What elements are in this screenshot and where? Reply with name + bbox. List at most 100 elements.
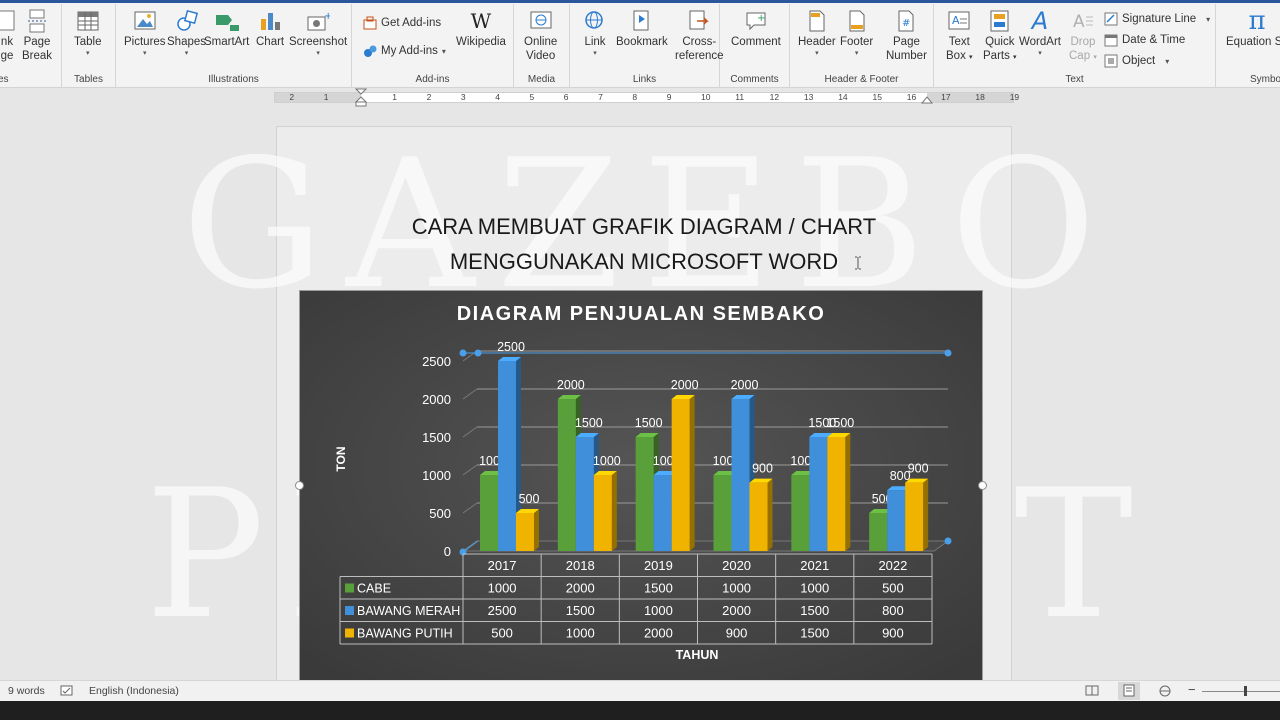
zoom-slider-thumb[interactable] [1244, 686, 1247, 696]
table-cell-value: 1500 [800, 603, 829, 618]
page-number-icon: # [893, 8, 919, 34]
table-cell-value: 1000 [566, 626, 595, 641]
indent-marker-icon[interactable] [355, 88, 367, 108]
right-indent-marker-icon[interactable] [921, 94, 933, 104]
resize-handle-right[interactable] [978, 481, 987, 490]
svg-text:+: + [324, 11, 330, 22]
drop-cap-button[interactable]: A Drop Cap ▾ [1069, 8, 1097, 65]
table-button[interactable]: Table ▾ [74, 8, 102, 58]
shapes-dropdown-icon: ▾ [184, 50, 189, 57]
header-dropdown-icon: ▾ [815, 50, 819, 57]
smartart-button[interactable]: SmartArt [204, 8, 249, 49]
pictures-label: Pictures [124, 36, 166, 48]
online-video-label-bottom: Video [526, 50, 556, 62]
page-number-button[interactable]: # Page Number [886, 8, 927, 63]
chart-svg[interactable]: DIAGRAM PENJUALAN SEMBAKO 0 500 1000 1500 200… [300, 291, 982, 680]
drop-cap-icon: A [1070, 8, 1096, 34]
print-layout-icon[interactable] [1122, 684, 1136, 697]
text-box-button[interactable]: A Text Box ▾ [946, 8, 973, 65]
ruler-number: 12 [769, 92, 780, 102]
wordart-label: WordArt [1019, 36, 1061, 48]
document-canvas[interactable]: GAZEBO PROJECT CARA MEMBUAT GRAFIK DIAGR… [0, 106, 1280, 680]
table-cell-value: 900 [726, 626, 748, 641]
bar-side [689, 395, 695, 551]
table-icon [75, 8, 101, 34]
svg-text:+: + [757, 13, 765, 24]
header-button[interactable]: Header ▾ [798, 8, 836, 58]
page-break-label-bottom: Break [22, 50, 53, 62]
online-video-label-top: Online [524, 36, 558, 48]
date-time-button[interactable]: Date & Time [1104, 33, 1185, 47]
language-indicator[interactable]: English (Indonesia) [89, 685, 179, 697]
wordart-button[interactable]: A WordArt ▾ [1019, 8, 1061, 58]
footer-dropdown-icon: ▾ [854, 50, 859, 57]
legend-key [345, 583, 354, 593]
document-title-line1: CARA MEMBUAT GRAFIK DIAGRAM / CHART [411, 214, 877, 239]
horizontal-ruler[interactable]: 2 1 1 2 3 4 5 6 7 8 9 10 11 12 13 14 15 16 17 18 19 [0, 88, 1280, 108]
data-label: 2000 [731, 378, 759, 392]
text-group-label: Text [1065, 74, 1084, 85]
word-count[interactable]: 9 words [8, 685, 45, 697]
ruler-number: 4 [495, 92, 500, 102]
data-label: 2500 [497, 340, 525, 354]
bookmark-label: Bookmark [616, 36, 668, 48]
bar [791, 475, 810, 551]
bookmark-button[interactable]: Bookmark [616, 8, 668, 49]
page-break-button[interactable]: Page Break [22, 8, 52, 63]
quick-parts-icon [987, 8, 1013, 34]
my-addins-button[interactable]: My Add-ins ▾ [363, 44, 446, 58]
bar-side [611, 471, 617, 551]
link-button[interactable]: Link ▾ [582, 8, 608, 58]
bar [905, 482, 924, 551]
zoom-out-icon[interactable]: − [1188, 682, 1196, 697]
pictures-button[interactable]: Pictures ▾ [124, 8, 166, 58]
chart-button[interactable]: Chart [256, 8, 284, 49]
chart-object[interactable]: DIAGRAM PENJUALAN SEMBAKO 0 500 1000 1500 200… [299, 290, 983, 680]
page-number-label-bottom: Number [886, 50, 927, 62]
bar [635, 437, 654, 551]
ruler-number: 5 [529, 92, 535, 102]
cross-reference-button[interactable]: Cross- reference [675, 8, 724, 63]
smartart-label: SmartArt [204, 36, 250, 48]
ruler-number: 8 [632, 92, 638, 102]
screenshot-button[interactable]: + Screenshot ▾ [289, 8, 347, 58]
comment-button[interactable]: + Comment [731, 8, 781, 49]
shapes-button[interactable]: Shapes ▾ [167, 8, 206, 58]
get-addins-label: Get Add-ins [381, 17, 442, 29]
equation-button[interactable]: π Equation Sy [1226, 8, 1280, 49]
x-category-label: 2017 [488, 558, 517, 573]
link-dropdown-icon: ▾ [593, 50, 597, 57]
read-mode-icon[interactable] [1085, 684, 1099, 697]
get-addins-button[interactable]: Get Add-ins [363, 16, 441, 30]
table-cell-value: 500 [882, 581, 904, 596]
signature-line-dropdown-icon: ▾ [1206, 14, 1211, 24]
online-video-button[interactable]: Online Video [524, 8, 557, 63]
object-button[interactable]: Object ▾ [1104, 54, 1169, 68]
link-icon [582, 8, 608, 34]
header-footer-group-label: Header & Footer [824, 74, 899, 85]
ruler-number: 16 [906, 92, 917, 102]
blank-page-label-top: nk [0, 36, 14, 48]
y-tick-label: 500 [429, 506, 451, 521]
signature-line-button[interactable]: Signature Line ▾ [1104, 12, 1210, 26]
media-group: Online Video Media [514, 4, 570, 88]
zoom-slider[interactable] [1202, 691, 1280, 692]
table-cell-value: 500 [491, 626, 513, 641]
proofing-icon[interactable] [60, 685, 74, 697]
legend-key [345, 606, 354, 615]
footer-button[interactable]: Footer ▾ [840, 8, 873, 58]
resize-handle-left[interactable] [295, 481, 304, 490]
bar-side [767, 478, 773, 551]
pages-group: nk ge Page Break es [0, 4, 62, 88]
wikipedia-button[interactable]: W Wikipedia [456, 8, 506, 49]
blank-page-button[interactable]: nk ge [0, 8, 20, 63]
legend-key [345, 628, 354, 638]
addins-group: Get Add-ins My Add-ins ▾ W Wikipedia Add… [352, 4, 514, 88]
tables-group: Table ▾ Tables [62, 4, 116, 88]
comment-icon: + [743, 8, 769, 34]
screenshot-icon: + [305, 8, 331, 34]
series-name: BAWANG MERAH [357, 604, 460, 618]
ruler-right-margin [927, 93, 1013, 102]
web-layout-icon[interactable] [1158, 684, 1172, 697]
quick-parts-button[interactable]: Quick Parts ▾ [983, 8, 1017, 65]
